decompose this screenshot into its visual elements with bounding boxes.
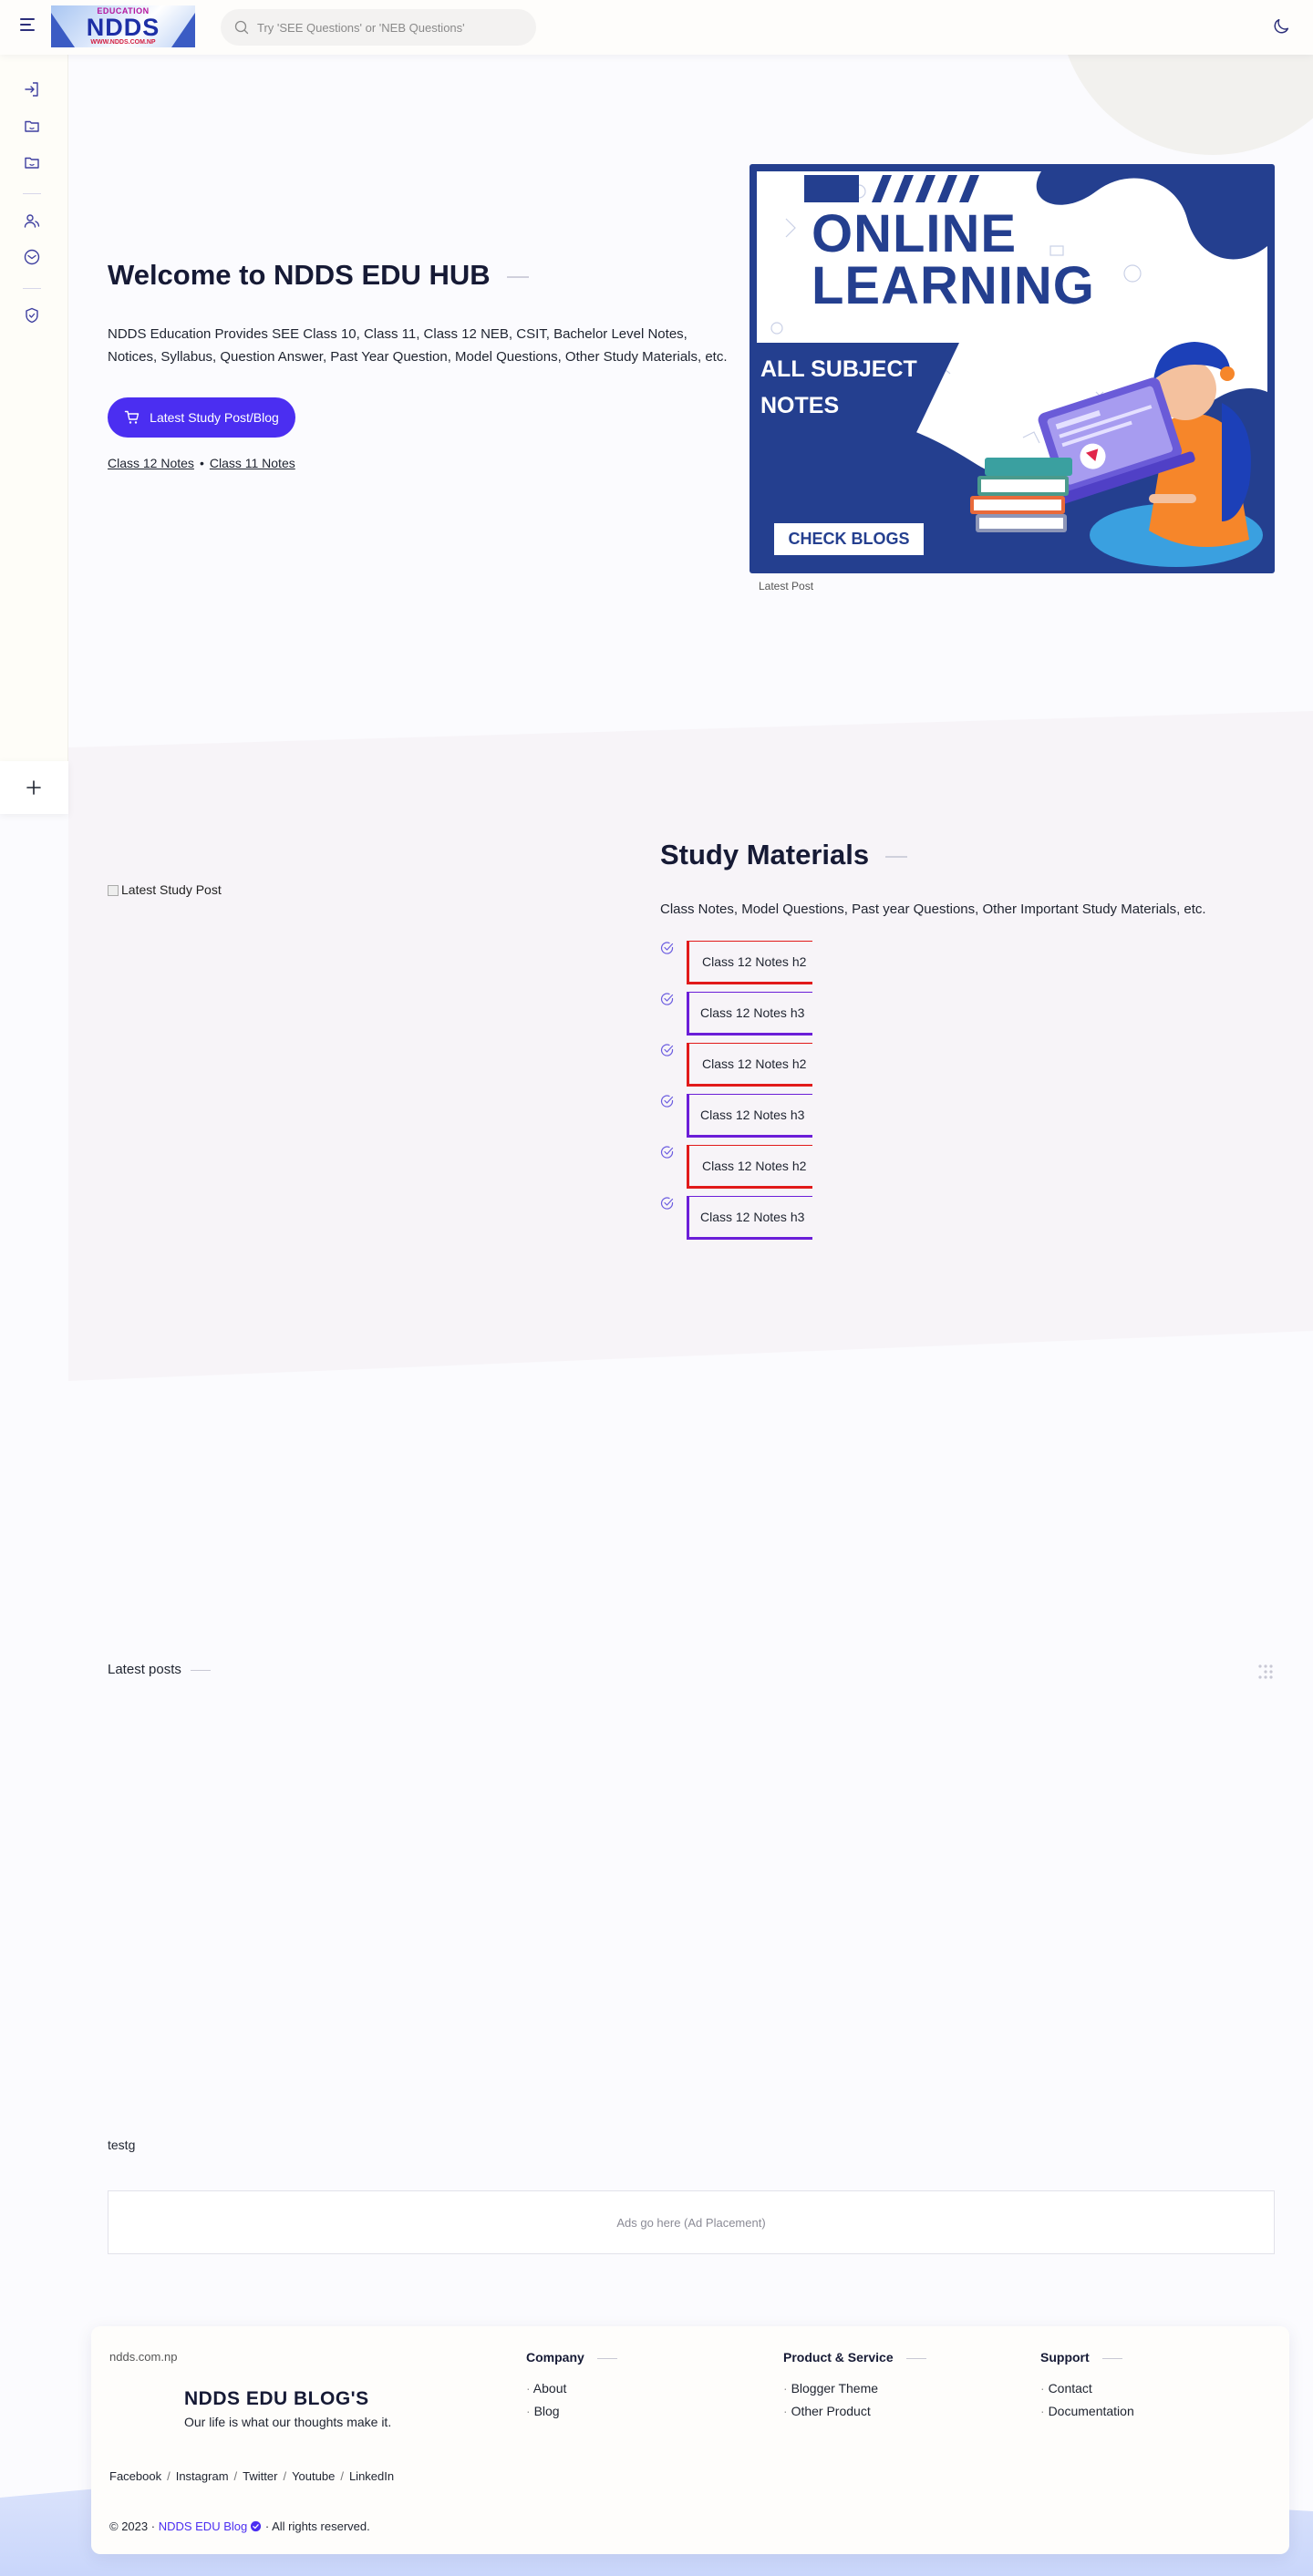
login-icon[interactable]	[23, 80, 41, 98]
folder-alt-icon[interactable]	[23, 153, 41, 171]
study-materials-description: Class Notes, Model Questions, Past year …	[660, 902, 1206, 917]
sidebar	[0, 55, 68, 761]
search-input[interactable]	[257, 9, 522, 46]
study-note-link[interactable]: Class 12 Notes h2	[687, 1145, 812, 1189]
cart-icon	[124, 410, 140, 424]
study-note-link[interactable]: Class 12 Notes h3	[687, 1094, 812, 1138]
footer-column-company: Company About Blog	[526, 2350, 617, 2427]
banner-caption: Latest Post	[759, 580, 814, 592]
social-link-twitter[interactable]: Twitter	[243, 2469, 277, 2483]
footer: ndds.com.np NDDS EDU BLOG'S Our life is …	[91, 2326, 1289, 2554]
check-circle-icon	[660, 1095, 674, 1108]
hero-links: Class 12 Notes • Class 11 Notes	[108, 456, 295, 470]
study-post-image-placeholder: Latest Study Post	[108, 882, 222, 897]
grid-dots-icon[interactable]	[1256, 1663, 1275, 1681]
check-circle-icon	[660, 1197, 674, 1210]
check-circle-icon	[660, 942, 674, 954]
online-learning-banner[interactable]: ONLINE LEARNING ALL SUBJECT NOTES CHECK …	[750, 164, 1275, 573]
footer-link-other-product[interactable]: Other Product	[783, 2404, 926, 2427]
banner-line-1: ONLINE	[812, 204, 1018, 263]
logo-url-text: WWW.NDDS.COM.NP	[90, 39, 156, 46]
study-materials-title: Study Materials	[660, 839, 908, 871]
class-11-notes-link[interactable]: Class 11 Notes	[210, 456, 295, 470]
logo-name-text: NDDS	[86, 14, 160, 41]
hero-description: NDDS Education Provides SEE Class 10, Cl…	[108, 326, 728, 365]
footer-copyright: © 2023 · NDDS EDU Blog · All rights rese…	[109, 2519, 370, 2533]
footer-column-title: Company	[526, 2350, 617, 2365]
check-circle-icon	[660, 1146, 674, 1159]
footer-social-links: Facebook / Instagram / Twitter / Youtube / Linke…	[109, 2469, 395, 2483]
footer-column-title: Support	[1040, 2350, 1134, 2365]
users-icon[interactable]	[23, 211, 41, 230]
study-note-link[interactable]: Class 12 Notes h3	[687, 992, 812, 1036]
check-blogs-button[interactable]: CHECK BLOGS	[774, 523, 924, 555]
footer-brand-name: NDDS EDU BLOG'S	[184, 2388, 369, 2409]
search-icon	[234, 20, 249, 35]
latest-study-post-button[interactable]: Latest Study Post/Blog	[108, 397, 295, 438]
footer-column-title: Product & Service	[783, 2350, 926, 2365]
check-circle-icon	[660, 1044, 674, 1056]
student-laptop-illustration	[970, 342, 1263, 567]
folder-icon[interactable]	[23, 117, 41, 135]
test-text: testg	[108, 2138, 136, 2152]
footer-brand-link[interactable]: NDDS EDU Blog	[159, 2519, 248, 2533]
verified-badge-icon	[251, 2520, 262, 2532]
banner-sub-1: ALL SUBJECT	[760, 356, 917, 382]
ad-placement: Ads go here (Ad Placement)	[108, 2190, 1275, 2254]
shield-icon[interactable]	[23, 306, 41, 325]
class-12-notes-link[interactable]: Class 12 Notes	[108, 456, 194, 470]
search-bar	[221, 9, 536, 46]
footer-column-product: Product & Service Blogger Theme Other Pr…	[783, 2350, 926, 2427]
hero-title: Welcome to NDDS EDU HUB	[108, 259, 529, 292]
latest-posts-title: Latest posts	[108, 1662, 211, 1677]
banner-sub-2: NOTES	[760, 393, 840, 418]
footer-brand-tagline: Our life is what our thoughts make it.	[184, 2415, 392, 2429]
check-circle-icon	[660, 993, 674, 1005]
social-link-youtube[interactable]: Youtube	[292, 2469, 335, 2483]
sidebar-divider	[23, 193, 41, 194]
inbox-icon[interactable]	[23, 248, 41, 266]
footer-link-contact[interactable]: Contact	[1040, 2381, 1134, 2404]
dark-mode-moon-icon[interactable]	[1271, 16, 1291, 36]
top-header: EDUCATION NDDS WWW.NDDS.COM.NP	[0, 0, 1313, 55]
social-link-instagram[interactable]: Instagram	[176, 2469, 229, 2483]
study-note-link[interactable]: Class 12 Notes h3	[687, 1196, 812, 1240]
footer-column-support: Support Contact Documentation	[1040, 2350, 1134, 2427]
menu-icon[interactable]	[20, 18, 40, 36]
study-note-link[interactable]: Class 12 Notes h2	[687, 941, 812, 984]
sidebar-divider	[23, 288, 41, 289]
social-link-linkedin[interactable]: LinkedIn	[349, 2469, 394, 2483]
study-note-link[interactable]: Class 12 Notes h2	[687, 1043, 812, 1087]
sidebar-add-area	[0, 761, 68, 814]
footer-link-blogger-theme[interactable]: Blogger Theme	[783, 2381, 926, 2404]
footer-link-blog[interactable]: Blog	[526, 2404, 617, 2427]
site-logo[interactable]: EDUCATION NDDS WWW.NDDS.COM.NP	[51, 5, 195, 47]
footer-link-documentation[interactable]: Documentation	[1040, 2404, 1134, 2427]
footer-link-about[interactable]: About	[526, 2381, 617, 2404]
footer-domain: ndds.com.np	[109, 2350, 178, 2364]
cta-label: Latest Study Post/Blog	[150, 410, 279, 425]
social-link-facebook[interactable]: Facebook	[109, 2469, 161, 2483]
plus-icon[interactable]	[24, 778, 44, 798]
banner-stripes	[804, 175, 979, 202]
